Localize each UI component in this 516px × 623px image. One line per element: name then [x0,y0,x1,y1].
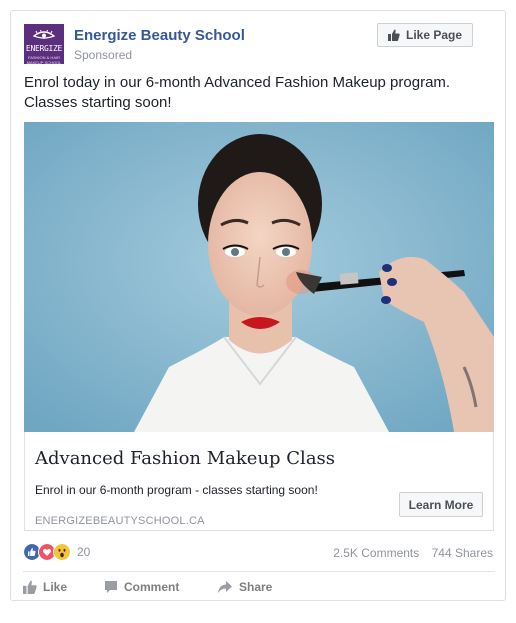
eye-logo-icon [33,30,55,39]
comment-icon [105,581,117,593]
like-page-label: Like Page [405,28,463,42]
page-name-link[interactable]: Energize Beauty School [74,27,245,44]
learn-more-button[interactable]: Learn More [399,492,483,517]
link-description: Enrol in our 6-month program - classes s… [35,483,318,497]
comments-count-link[interactable]: 2.5K Comments [333,546,419,560]
link-preview[interactable]: Advanced Fashion Makeup Class Enrol in o… [24,432,494,531]
action-bar: Like Comment Share [23,577,272,597]
thumbs-up-icon [387,29,400,41]
share-label: Share [239,580,273,594]
wow-reaction-icon [53,543,71,561]
shares-count-link[interactable]: 744 Shares [432,546,493,560]
link-title[interactable]: Advanced Fashion Makeup Class [35,448,335,469]
like-label: Like [43,580,68,594]
like-page-button[interactable]: Like Page [377,23,473,47]
reaction-summary[interactable]: 20 [23,543,90,561]
divider [23,571,495,572]
avatar-brand-text: ENERGIZE [25,44,63,53]
avatar-tagline: FASHION & HAIR MAKEUP SCHOOL [26,55,62,64]
link-domain: ENERGIZEBEAUTYSCHOOL.CA [35,515,205,527]
reaction-count: 20 [77,545,91,559]
comment-button[interactable]: Comment [104,580,217,594]
like-button[interactable]: Like [23,580,104,594]
post-text: Enrol today in our 6-month Advanced Fash… [24,74,451,111]
sponsored-post-card: ENERGIZE FASHION & HAIR MAKEUP SCHOOL En… [10,10,506,601]
page-avatar[interactable]: ENERGIZE FASHION & HAIR MAKEUP SCHOOL [24,24,64,64]
engagement-stats: 2.5K Comments 744 Shares [324,546,493,560]
thumbs-up-icon [23,580,37,594]
makeup-photo [24,122,494,432]
comment-label: Comment [124,580,180,594]
sponsored-label[interactable]: Sponsored [74,48,132,62]
share-icon [218,581,232,593]
share-button[interactable]: Share [217,580,272,594]
ad-image[interactable] [24,122,494,432]
